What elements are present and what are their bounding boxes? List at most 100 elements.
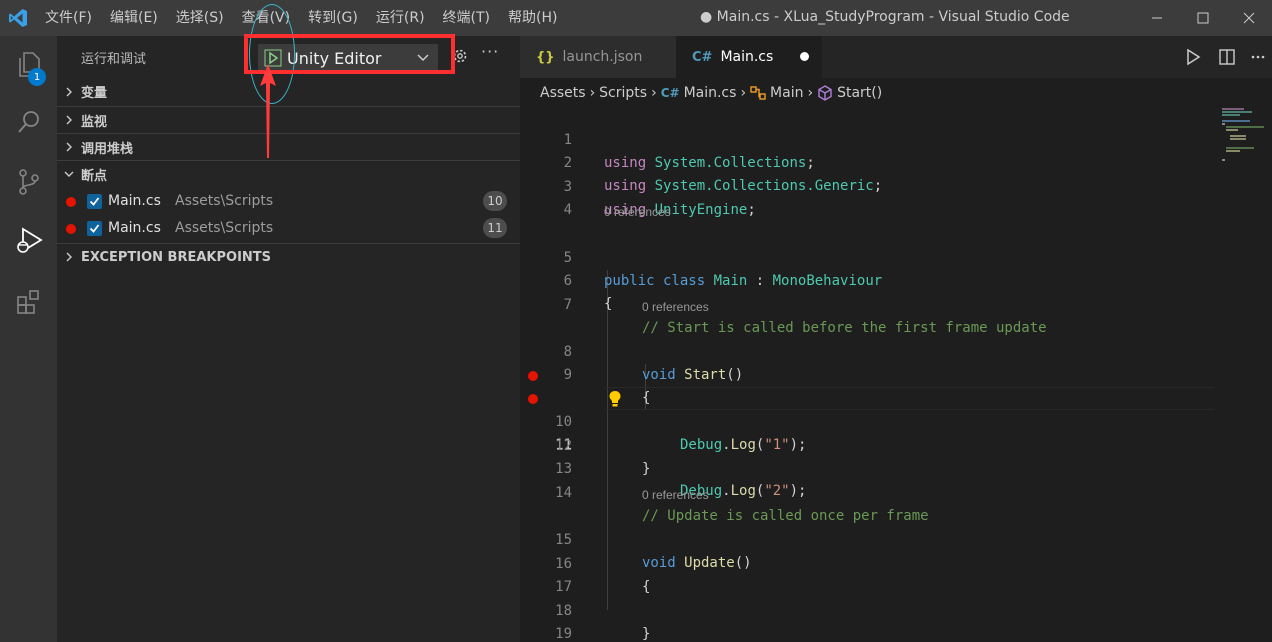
menu-run[interactable]: 运行(R): [367, 0, 434, 36]
minimize-button[interactable]: [1134, 0, 1180, 36]
code-lens-references[interactable]: 0 references: [604, 202, 671, 222]
split-editor-button[interactable]: [1210, 48, 1244, 66]
code-token: {: [604, 296, 613, 312]
source-control-icon: [18, 169, 39, 195]
breadcrumb-item-method[interactable]: Start(): [817, 85, 882, 101]
maximize-button[interactable]: [1180, 0, 1226, 36]
code-line: 8 void Start(): [520, 318, 1220, 383]
minimap-line: [1222, 108, 1244, 110]
section-title: 调用堆栈: [81, 141, 134, 157]
section-breakpoints[interactable]: 断点: [57, 160, 520, 187]
chevron-down-icon: [57, 169, 81, 179]
explorer-button[interactable]: 1: [0, 40, 57, 88]
tab-launch-json[interactable]: {} launch.json: [520, 36, 676, 78]
gear-icon[interactable]: [451, 47, 469, 69]
code-editor[interactable]: 1 using System.Collections; 2 using Syst…: [520, 108, 1220, 642]
run-debug-button[interactable]: [0, 216, 57, 264]
tab-label: launch.json: [562, 49, 643, 65]
start-debugging-button[interactable]: [259, 49, 287, 67]
section-callstack[interactable]: 调用堆栈: [57, 133, 520, 160]
more-actions-button[interactable]: ···: [481, 42, 499, 61]
checkmark-icon: [89, 224, 100, 233]
breakpoint-file: Main.cs: [108, 220, 161, 236]
minimap-line: [1226, 126, 1264, 128]
code-token: Log: [730, 483, 756, 499]
section-watch[interactable]: 监视: [57, 106, 520, 133]
extensions-button[interactable]: [0, 278, 57, 326]
menu-edit[interactable]: 编辑(E): [101, 0, 167, 36]
title-bar: 文件(F) 编辑(E) 选择(S) 查看(V) 转到(G) 运行(R) 终端(T…: [0, 0, 1272, 36]
close-button[interactable]: [1226, 0, 1272, 36]
csharp-file-icon: C#: [692, 49, 713, 65]
breadcrumb-separator: ›: [807, 85, 814, 101]
launch-config-dropdown[interactable]: Unity Editor: [258, 44, 438, 72]
breadcrumb-item[interactable]: Scripts: [599, 85, 647, 101]
minimap-line: [1222, 120, 1250, 122]
play-icon: [1187, 48, 1201, 66]
section-variables[interactable]: 变量: [57, 78, 520, 105]
menu-terminal[interactable]: 终端(T): [434, 0, 499, 36]
minimap-line: [1222, 159, 1225, 161]
breadcrumb: Assets › Scripts › C# Main.cs › Main › S…: [520, 78, 1220, 108]
code-line: 11 Debug.Log("2");: [520, 388, 1220, 499]
breakpoint-checkbox[interactable]: [87, 194, 102, 209]
tab-main-cs[interactable]: C# Main.cs: [676, 36, 822, 78]
breakpoint-item[interactable]: Main.cs Assets\Scripts 10: [57, 188, 520, 215]
run-file-button[interactable]: [1176, 48, 1210, 66]
breadcrumb-item[interactable]: Assets: [540, 85, 586, 101]
breadcrumb-item-file[interactable]: C# Main.cs: [661, 85, 737, 101]
source-control-button[interactable]: [0, 158, 57, 206]
tab-label: Main.cs: [720, 49, 774, 65]
lightbulb-icon[interactable]: [608, 390, 622, 408]
search-icon: [17, 111, 39, 133]
play-icon: [264, 49, 282, 67]
line-number: 4: [563, 202, 572, 218]
minimap-line: [1222, 111, 1252, 113]
breadcrumb-label: Start(): [837, 85, 883, 101]
code-line: 10 Debug.Log("1");: [520, 365, 1220, 453]
minimize-icon: [1152, 17, 1162, 19]
breakpoint-file: Main.cs: [108, 193, 161, 209]
breakpoint-item[interactable]: Main.cs Assets\Scripts 11: [57, 215, 520, 242]
run-debug-sidebar: 运行和调试 Unity Editor ··· 变量 监视 调用堆栈 断点 Mai…: [57, 36, 520, 642]
minimap-line: [1226, 147, 1254, 149]
code-line: 16 {: [520, 530, 1220, 595]
section-title: EXCEPTION BREAKPOINTS: [81, 249, 272, 265]
minimap[interactable]: [1220, 108, 1272, 642]
breakpoint-dot-icon[interactable]: [528, 371, 538, 381]
section-exception-breakpoints[interactable]: EXCEPTION BREAKPOINTS: [57, 243, 520, 270]
code-lens-references[interactable]: 0 references: [642, 485, 709, 505]
chevron-right-icon: [57, 115, 81, 125]
explorer-badge: 1: [28, 68, 46, 86]
code-line: 20: [520, 624, 1220, 642]
menu-bar: 文件(F) 编辑(E) 选择(S) 查看(V) 转到(G) 运行(R) 终端(T…: [36, 0, 566, 36]
menu-file[interactable]: 文件(F): [36, 0, 101, 36]
line-number: 7: [563, 297, 572, 313]
minimap-line: [1226, 150, 1240, 152]
breakpoint-checkbox[interactable]: [87, 221, 102, 236]
unsaved-dot-icon[interactable]: [800, 52, 809, 61]
menu-help[interactable]: 帮助(H): [499, 0, 566, 36]
breakpoint-dot-icon: [66, 224, 76, 234]
breadcrumb-item-class[interactable]: Main: [750, 85, 803, 101]
code-line: 13: [520, 435, 1220, 477]
maximize-icon: [1197, 12, 1209, 24]
breakpoint-dot-icon[interactable]: [528, 394, 538, 404]
menu-go[interactable]: 转到(G): [299, 0, 367, 36]
editor-tabs: {} launch.json C# Main.cs: [520, 36, 1272, 78]
code-lens-references[interactable]: 0 references: [642, 297, 709, 317]
checkmark-icon: [89, 197, 100, 206]
section-title: 断点: [81, 168, 108, 184]
code-line: 1 using System.Collections;: [520, 108, 1220, 171]
chevron-right-icon: [57, 252, 81, 262]
code-line: 3 using UnityEngine;: [520, 153, 1220, 218]
more-actions-button[interactable]: [1244, 50, 1272, 64]
menu-view[interactable]: 查看(V): [233, 0, 300, 36]
window-title: ● Main.cs - XLua_StudyProgram - Visual S…: [700, 9, 1070, 25]
menu-selection[interactable]: 选择(S): [167, 0, 233, 36]
breadcrumb-separator: ›: [651, 85, 657, 101]
search-button[interactable]: [0, 98, 57, 146]
section-title: 变量: [81, 86, 108, 101]
section-title: 监视: [81, 114, 108, 130]
sidebar-title: 运行和调试: [81, 52, 147, 67]
